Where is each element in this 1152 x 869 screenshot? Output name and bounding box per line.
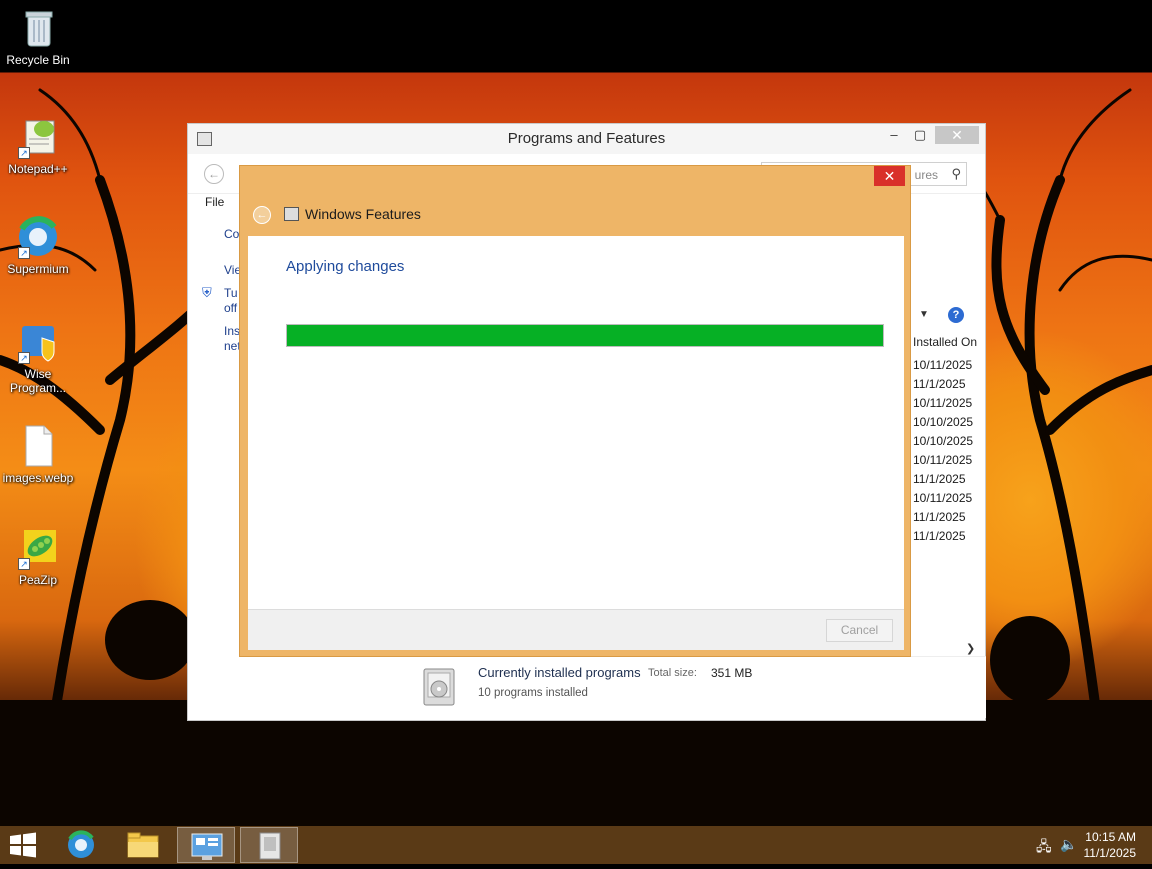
desktop-icon-peazip[interactable]: ↗ PeaZip <box>0 526 76 587</box>
table-cell-installed-on: 11/1/2025 <box>913 529 966 543</box>
view-options-dropdown[interactable]: ▼ <box>919 309 929 320</box>
left-pane-link[interactable]: off <box>224 301 237 316</box>
progress-bar <box>286 324 884 347</box>
details-pane: Currently installed programs Total size:… <box>396 656 986 718</box>
shortcut-arrow-icon: ↗ <box>18 352 30 364</box>
clock-time[interactable]: 10:15 AM <box>1085 830 1136 844</box>
desktop-icon-label: PeaZip <box>18 573 58 587</box>
desktop-icon-label: Notepad++ <box>8 162 68 176</box>
supermium-icon <box>68 830 94 858</box>
volume-icon[interactable]: 🔈 <box>1060 836 1077 853</box>
minimize-button[interactable]: – <box>881 126 907 144</box>
folder-icon <box>127 832 159 858</box>
dialog-footer: Cancel <box>248 609 904 650</box>
wise-program-uninstaller-icon: ↗ <box>16 320 60 364</box>
recycle-bin-icon <box>16 6 60 50</box>
taskbar-file-explorer[interactable] <box>114 827 172 863</box>
help-icon[interactable]: ? <box>948 307 964 323</box>
menu-file[interactable]: File <box>205 195 224 209</box>
desktop-icon-label: Recycle Bin <box>6 53 70 67</box>
start-button[interactable] <box>8 832 38 858</box>
column-header-installed-on[interactable]: Installed On <box>913 335 977 349</box>
total-size-label: Total size: <box>648 667 697 679</box>
taskbar-windows-features[interactable] <box>240 827 298 863</box>
desktop-icon-label: Wise Program... <box>9 367 66 395</box>
shortcut-arrow-icon: ↗ <box>18 247 30 259</box>
details-title: Currently installed programs <box>478 665 641 680</box>
scroll-right-arrow[interactable]: ❯ <box>966 642 975 655</box>
window-title: Programs and Features <box>507 130 666 147</box>
back-button[interactable]: ← <box>253 206 271 224</box>
taskbar: 🖧 🔈 10:15 AM 11/1/2025 <box>0 826 1152 864</box>
status-heading: Applying changes <box>286 258 405 275</box>
left-pane-link[interactable]: Tu <box>224 286 238 301</box>
clock-date[interactable]: 11/1/2025 <box>1084 846 1137 860</box>
dialog-content: Applying changes <box>248 236 904 609</box>
table-cell-installed-on: 11/1/2025 <box>913 472 966 486</box>
desktop-icon-label: Supermium <box>7 262 69 276</box>
desktop-icon-supermium[interactable]: ↗ Supermium <box>0 215 76 276</box>
system-tray: 🖧 🔈 10:15 AM 11/1/2025 <box>1012 826 1152 864</box>
desktop-icon-images-webp[interactable]: images.webp <box>0 424 76 485</box>
table-cell-installed-on: 10/10/2025 <box>913 434 974 448</box>
desktop-icon-label: images.webp <box>2 471 74 485</box>
taskbar-control-panel[interactable] <box>177 827 235 863</box>
progress-bar-fill <box>287 325 883 346</box>
windows-features-dialog[interactable]: ✕ ← Windows Features Applying changes Ca… <box>239 165 911 657</box>
installed-programs-icon <box>416 665 462 709</box>
programs-count: 10 programs installed <box>478 687 588 699</box>
control-panel-icon <box>191 833 223 860</box>
desktop-icon-recycle-bin[interactable]: Recycle Bin <box>0 6 76 67</box>
table-cell-installed-on: 10/11/2025 <box>913 396 973 410</box>
dialog-title: Windows Features <box>305 206 421 222</box>
notepad-plus-plus-icon: ↗ <box>16 115 60 159</box>
taskbar-supermium[interactable] <box>52 827 110 863</box>
total-size-value: 351 MB <box>711 666 753 680</box>
back-button[interactable]: ← <box>204 164 224 184</box>
close-button[interactable]: ✕ <box>874 166 905 186</box>
shortcut-arrow-icon: ↗ <box>18 558 30 570</box>
table-cell-installed-on: 10/11/2025 <box>913 453 973 467</box>
table-cell-installed-on: 10/10/2025 <box>913 415 974 429</box>
search-icon[interactable]: ⚲ <box>951 166 961 182</box>
shortcut-arrow-icon: ↗ <box>18 147 30 159</box>
windows-features-icon <box>259 832 281 860</box>
table-cell-installed-on: 10/11/2025 <box>913 491 973 505</box>
desktop-icon-wise-program[interactable]: ↗ Wise Program... <box>0 320 76 395</box>
network-icon[interactable]: 🖧 <box>1036 836 1052 860</box>
supermium-icon: ↗ <box>16 215 60 259</box>
windows-logo-icon <box>10 832 36 858</box>
table-cell-installed-on: 11/1/2025 <box>913 510 966 524</box>
table-cell-installed-on: 10/11/2025 <box>913 358 973 372</box>
table-cell-installed-on: 11/1/2025 <box>913 377 966 391</box>
shield-icon: ⛨ <box>202 285 212 300</box>
maximize-button[interactable]: ▢ <box>907 126 933 144</box>
close-button[interactable]: ✕ <box>935 126 979 144</box>
peazip-icon: ↗ <box>16 526 60 570</box>
windows-features-icon <box>284 207 299 221</box>
desktop-icon-notepad-plus-plus[interactable]: ↗ Notepad++ <box>0 115 76 176</box>
cancel-button[interactable]: Cancel <box>826 619 893 642</box>
left-pane-link[interactable]: Co <box>224 227 239 242</box>
left-pane-link[interactable]: Ins <box>224 324 240 339</box>
window-titlebar[interactable]: Programs and Features – ▢ ✕ <box>188 124 985 154</box>
file-icon <box>16 424 60 468</box>
